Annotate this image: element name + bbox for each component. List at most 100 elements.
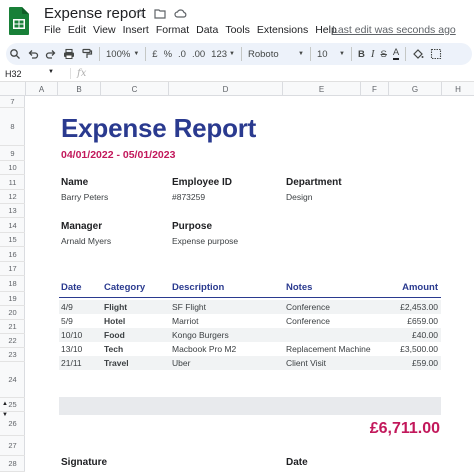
undo-icon[interactable] bbox=[24, 45, 42, 63]
row-header[interactable]: 17 bbox=[0, 262, 25, 276]
title-bar: Expense report ☆ File Edit View Insert F… bbox=[0, 0, 474, 40]
table-row[interactable]: 4/9 Flight SF Flight Conference £2,453.0… bbox=[59, 300, 441, 314]
row-header[interactable]: 12 bbox=[0, 190, 25, 204]
column-amount-header: Amount bbox=[402, 282, 438, 293]
select-all-corner[interactable] bbox=[0, 82, 25, 96]
name-box[interactable]: H32 ▼ bbox=[0, 69, 60, 79]
menu-tools[interactable]: Tools bbox=[225, 24, 250, 36]
redo-icon[interactable] bbox=[42, 45, 60, 63]
column-headers: A B C D E F G H bbox=[0, 82, 474, 96]
purpose-label: Purpose bbox=[172, 221, 213, 232]
sheets-logo-icon[interactable] bbox=[8, 6, 30, 36]
row-header[interactable]: 10 bbox=[0, 161, 25, 175]
report-date-range: 04/01/2022 - 05/01/2023 bbox=[61, 149, 176, 161]
menu-edit[interactable]: Edit bbox=[68, 24, 86, 36]
row-header[interactable]: 16 bbox=[0, 247, 25, 262]
row-header[interactable]: 15 bbox=[0, 233, 25, 247]
employee-id-value: #873259 bbox=[172, 192, 206, 202]
row-header[interactable]: 24 bbox=[0, 362, 25, 398]
menu-data[interactable]: Data bbox=[196, 24, 218, 36]
row-resize-up-icon[interactable]: ▲ bbox=[2, 401, 8, 407]
column-header-g[interactable]: G bbox=[388, 82, 441, 96]
toolbar: 100% ▼ £ % .0 .00 123 ▼ Roboto ▼ 10 ▼ B I S … bbox=[6, 43, 472, 65]
row-header[interactable]: 28 bbox=[0, 456, 25, 472]
last-edit-link[interactable]: Last edit was seconds ago bbox=[332, 24, 456, 36]
menu-file[interactable]: File bbox=[44, 24, 61, 36]
chevron-down-icon: ▼ bbox=[298, 51, 304, 57]
chevron-down-icon: ▼ bbox=[229, 51, 235, 57]
employee-id-label: Employee ID bbox=[172, 177, 233, 188]
fill-color-icon[interactable] bbox=[409, 45, 427, 63]
menu-view[interactable]: View bbox=[93, 24, 116, 36]
column-header-a[interactable]: A bbox=[25, 82, 57, 96]
purpose-value: Expense purpose bbox=[172, 236, 239, 246]
row-header[interactable]: 8 bbox=[0, 108, 25, 146]
function-icon: fx bbox=[70, 68, 86, 79]
formula-input[interactable] bbox=[86, 67, 474, 81]
column-header-c[interactable]: C bbox=[100, 82, 168, 96]
row-header[interactable]: 19 bbox=[0, 292, 25, 306]
borders-icon[interactable] bbox=[427, 45, 445, 63]
menu-bar: File Edit View Insert Format Data Tools … bbox=[44, 24, 344, 36]
formula-bar: H32 ▼ fx bbox=[0, 66, 474, 82]
menu-insert[interactable]: Insert bbox=[123, 24, 149, 36]
star-icon[interactable]: ☆ bbox=[133, 6, 147, 20]
percent-format-button[interactable]: % bbox=[161, 45, 175, 63]
row-header[interactable]: 23 bbox=[0, 348, 25, 362]
name-value: Barry Peters bbox=[61, 192, 109, 202]
column-header-b[interactable]: B bbox=[57, 82, 100, 96]
row-header[interactable]: 14 bbox=[0, 218, 25, 233]
name-label: Name bbox=[61, 177, 89, 188]
signature-label: Signature bbox=[61, 457, 108, 468]
font-size-select[interactable]: 10 ▼ bbox=[314, 45, 348, 63]
table-row[interactable]: 10/10 Food Kongo Burgers £40.00 bbox=[59, 328, 441, 342]
italic-button[interactable]: I bbox=[368, 45, 378, 63]
increase-decimal-button[interactable]: .00 bbox=[189, 45, 208, 63]
table-row[interactable]: 5/9 Hotel Marriot Conference £659.00 bbox=[59, 314, 441, 328]
document-title[interactable]: Expense report bbox=[44, 5, 146, 22]
report-title: Expense Report bbox=[61, 113, 257, 143]
decrease-decimal-button[interactable]: .0 bbox=[175, 45, 189, 63]
row-header[interactable]: 20 bbox=[0, 306, 25, 320]
chevron-down-icon: ▼ bbox=[48, 68, 54, 75]
row-header[interactable]: 18 bbox=[0, 276, 25, 292]
manager-value: Arnald Myers bbox=[61, 236, 112, 246]
row-headers: 7 8 9 10 11 12 13 14 15 16 17 18 19 20 2… bbox=[0, 96, 25, 472]
row-header[interactable]: 11 bbox=[0, 175, 25, 190]
zoom-select[interactable]: 100% ▼ bbox=[103, 45, 142, 63]
total-band bbox=[59, 397, 441, 415]
search-menus-icon[interactable] bbox=[6, 45, 24, 63]
strikethrough-button[interactable]: S bbox=[378, 45, 390, 63]
table-row[interactable]: 21/11 Travel Uber Client Visit £59.00 bbox=[59, 356, 441, 370]
row-header[interactable]: 21 bbox=[0, 320, 25, 334]
text-color-button[interactable]: A bbox=[390, 45, 402, 63]
print-icon[interactable] bbox=[60, 45, 78, 63]
row-header[interactable]: 7 bbox=[0, 96, 25, 108]
currency-format-button[interactable]: £ bbox=[149, 45, 160, 63]
row-header[interactable]: 13 bbox=[0, 204, 25, 218]
row-header[interactable]: 9 bbox=[0, 146, 25, 161]
column-notes-header: Notes bbox=[286, 282, 313, 293]
row-header[interactable]: 27 bbox=[0, 436, 25, 456]
cloud-status-icon[interactable] bbox=[173, 6, 187, 20]
move-folder-icon[interactable] bbox=[153, 6, 167, 20]
column-category-header: Category bbox=[104, 282, 146, 293]
column-header-h[interactable]: H bbox=[441, 82, 474, 96]
chevron-down-icon: ▼ bbox=[133, 51, 140, 57]
menu-format[interactable]: Format bbox=[156, 24, 189, 36]
column-header-d[interactable]: D bbox=[168, 82, 282, 96]
manager-label: Manager bbox=[61, 221, 103, 232]
column-header-f[interactable]: F bbox=[360, 82, 388, 96]
column-description-header: Description bbox=[172, 282, 225, 293]
row-resize-down-icon[interactable]: ▼ bbox=[2, 412, 8, 418]
more-formats-button[interactable]: 123 ▼ bbox=[208, 45, 238, 63]
font-select[interactable]: Roboto ▼ bbox=[245, 45, 307, 63]
menu-extensions[interactable]: Extensions bbox=[257, 24, 308, 36]
table-row[interactable]: 13/10 Tech Macbook Pro M2 Replacement Ma… bbox=[59, 342, 441, 356]
bold-button[interactable]: B bbox=[355, 45, 368, 63]
column-header-e[interactable]: E bbox=[282, 82, 360, 96]
sheet-grid[interactable]: Expense Report 04/01/2022 - 05/01/2023 N… bbox=[26, 96, 474, 472]
row-header[interactable]: 22 bbox=[0, 334, 25, 348]
paint-format-icon[interactable] bbox=[78, 45, 96, 63]
department-value: Design bbox=[286, 192, 313, 202]
